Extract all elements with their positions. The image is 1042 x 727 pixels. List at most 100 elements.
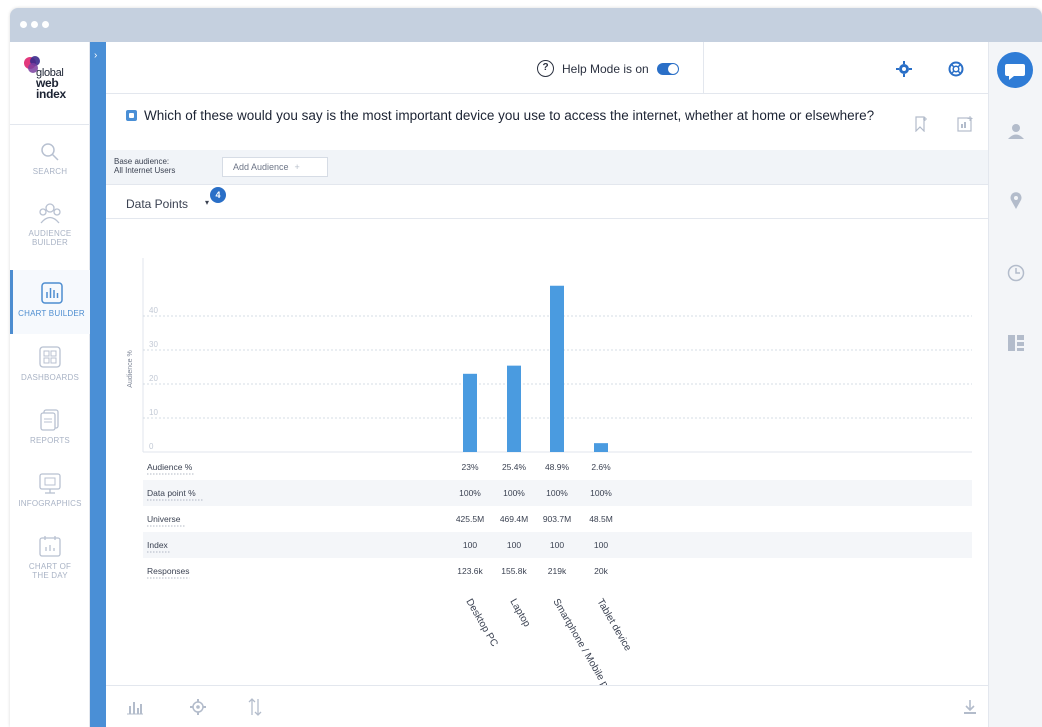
help-mode-toggle[interactable] [656, 62, 679, 75]
data-points-row: Data Points ▾ 4 [106, 185, 988, 219]
table-cell: 100 [594, 540, 608, 550]
sidebar-item-infographics[interactable]: INFOGRAPHICS [10, 472, 90, 508]
table-cell: 219k [548, 566, 567, 576]
sidebar-item-label-2: BUILDER [31, 238, 69, 247]
base-audience-value: All Internet Users [114, 166, 176, 175]
sidebar-item-dashboards[interactable]: DASHBOARDS [10, 346, 90, 382]
add-audience-label: Add Audience [233, 162, 289, 172]
download-icon[interactable] [962, 699, 978, 715]
add-to-dashboard-icon[interactable] [957, 116, 973, 132]
chart-builder-icon [40, 282, 63, 304]
support-icon[interactable] [948, 61, 964, 77]
infographics-icon [39, 473, 61, 494]
window-dot [31, 21, 38, 28]
clock-icon[interactable] [1007, 264, 1025, 282]
table-cell: 48.5M [589, 514, 613, 524]
table-cell: 469.4M [500, 514, 528, 524]
sidebar-item-label: CHART OF [28, 562, 72, 571]
bar[interactable] [594, 443, 608, 452]
chart-settings-icon[interactable] [190, 699, 206, 715]
top-bar: ? Help Mode is on [106, 42, 988, 94]
bar[interactable] [463, 373, 477, 452]
dashboards-icon [39, 346, 61, 368]
add-audience-button[interactable]: Add Audience + [222, 157, 328, 177]
window-dot [20, 21, 27, 28]
sidebar-item-label: DASHBOARDS [20, 373, 79, 382]
sidebar-item-label: SEARCH [32, 167, 68, 176]
table-cell: 155.8k [501, 566, 527, 576]
table-cell: 100 [463, 540, 477, 550]
help-mode[interactable]: ? Help Mode is on [537, 60, 679, 77]
sidebar-item-chart-of-the-day[interactable]: CHART OF THE DAY [10, 535, 90, 580]
sidebar: global web index SEARCH AUDIENCE BUILDER… [10, 42, 90, 727]
table-cell: 903.7M [543, 514, 571, 524]
question-icon [126, 110, 137, 121]
table-cell: 100 [550, 540, 564, 550]
chat-button[interactable] [997, 52, 1033, 88]
bookmark-add-icon[interactable] [914, 116, 928, 132]
sidebar-item-label: REPORTS [30, 436, 70, 445]
sidebar-item-search[interactable]: SEARCH [10, 142, 90, 176]
bar[interactable] [550, 285, 564, 452]
chart-type-icon[interactable] [126, 699, 144, 715]
table-row-label[interactable]: Audience % [147, 462, 193, 472]
table-cell: 23% [461, 462, 478, 472]
y-tick-label: 30 [149, 340, 158, 349]
x-category-label: Laptop [507, 597, 532, 629]
table-row-label[interactable]: Index [147, 540, 169, 550]
y-axis-label: Audience % [127, 350, 134, 387]
chevron-down-icon[interactable]: ▾ [205, 198, 209, 207]
user-icon[interactable] [1007, 122, 1025, 140]
reports-icon [40, 409, 59, 431]
table-cell: 425.5M [456, 514, 484, 524]
layout-panels-icon[interactable] [1008, 335, 1024, 351]
bar[interactable] [507, 365, 521, 452]
table-cell: 100% [459, 488, 481, 498]
x-category-label: Tablet device [594, 597, 633, 653]
sidebar-item-chart-builder[interactable]: CHART BUILDER [10, 270, 90, 334]
audience-bar: Base audience: All Internet Users Add Au… [106, 150, 988, 185]
table-cell: 2.6% [591, 462, 611, 472]
main-panel: ? Help Mode is on Which of these would y… [106, 42, 988, 727]
logo[interactable]: global web index [22, 54, 82, 110]
table-cell: 100% [546, 488, 568, 498]
app-window: global web index SEARCH AUDIENCE BUILDER… [10, 8, 1042, 727]
x-category-label: Desktop PC [463, 597, 499, 649]
sidebar-item-label: INFOGRAPHICS [18, 499, 82, 508]
y-tick-label: 10 [149, 408, 158, 417]
y-tick-label: 40 [149, 306, 158, 315]
table-cell: 100% [503, 488, 525, 498]
window-dot [42, 21, 49, 28]
calendar-icon [39, 536, 61, 557]
bar-chart: 0 10 20 30 40 Audience % Audience % 23% 25.4% 48.… [127, 258, 972, 685]
table-cell: 48.9% [545, 462, 570, 472]
sidebar-item-label: AUDIENCE [28, 229, 72, 238]
table-row-label[interactable]: Responses [147, 566, 190, 576]
divider [10, 124, 90, 125]
y-tick-label: 20 [149, 374, 158, 383]
sidebar-item-audience-builder[interactable]: AUDIENCE BUILDER [10, 202, 90, 247]
question-title: Which of these would you say is the most… [126, 108, 874, 123]
location-pin-icon[interactable] [1009, 192, 1023, 210]
sort-icon[interactable] [248, 698, 262, 716]
data-points-count-badge: 4 [210, 187, 226, 203]
search-icon [41, 143, 59, 161]
table-row-label[interactable]: Data point % [147, 488, 196, 498]
table-cell: 25.4% [502, 462, 527, 472]
gear-icon[interactable] [896, 61, 912, 77]
data-points-dropdown[interactable]: Data Points [126, 197, 188, 211]
y-tick-label: 0 [149, 442, 154, 451]
sidebar-item-label-2: THE DAY [32, 571, 68, 580]
chart-toolbar [106, 685, 988, 727]
question-text: Which of these would you say is the most… [144, 108, 875, 123]
right-panel [988, 42, 1042, 727]
sidebar-expand-strip[interactable]: › [90, 42, 106, 727]
table-cell: 20k [594, 566, 608, 576]
table-cell: 100% [590, 488, 612, 498]
sidebar-item-reports[interactable]: REPORTS [10, 409, 90, 445]
audience-icon [39, 203, 61, 224]
base-audience[interactable]: Base audience: All Internet Users [114, 157, 175, 175]
chat-icon [1005, 64, 1025, 80]
chevron-right-icon[interactable]: › [94, 50, 97, 61]
table-row-label[interactable]: Universe [147, 514, 181, 524]
